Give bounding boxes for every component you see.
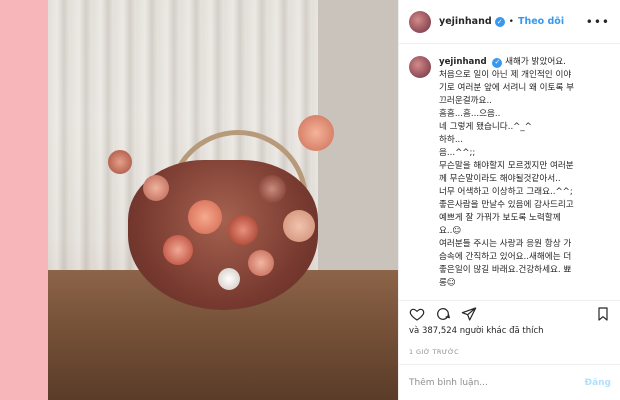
caption-line: 하하...	[439, 135, 464, 145]
flower	[143, 175, 169, 201]
caption-line: 좋은사람을 만날수 있음에 감사드리고	[439, 200, 574, 210]
caption-line: 끄러운걸까요..	[439, 96, 492, 106]
caption-line: 슴속에 간직하고 있어요..새해에는 더	[439, 252, 572, 262]
post-header: yejinhand ✓ • Theo dõi •••	[399, 0, 620, 44]
post-timestamp[interactable]: 1 GIỜ TRƯỚC	[409, 348, 459, 356]
username-link[interactable]: yejinhand	[439, 16, 492, 27]
caption-line: 께 무슨말이라도 해야될것같아서..	[439, 174, 561, 184]
caption-line: 흠흠...흠...으음..	[439, 109, 501, 119]
caption-username[interactable]: yejinhand	[439, 57, 487, 67]
flower	[218, 268, 240, 290]
flower	[283, 210, 315, 242]
verified-icon: ✓	[494, 16, 505, 27]
caption-line: 무슨말을 해야할지 모르겠지만 여러분	[439, 161, 574, 171]
heart-icon[interactable]	[409, 306, 425, 322]
flower	[258, 175, 286, 203]
flower	[188, 200, 222, 234]
verified-icon: ✓	[492, 57, 503, 68]
share-icon[interactable]	[461, 306, 477, 322]
post-panel: yejinhand ✓ • Theo dõi ••• yejinhand ✓ 새…	[398, 0, 620, 400]
caption-first-line: yejinhand ✓ 새해가 밝았어요.	[439, 56, 574, 69]
post-photo[interactable]	[48, 0, 398, 400]
avatar[interactable]	[409, 10, 431, 33]
action-bar	[399, 300, 620, 326]
flower	[228, 215, 258, 245]
caption-line: 너무 어색하고 이상하고 그래요..^^;	[439, 187, 573, 197]
caption-line: 예쁘게 잘 가꿔가 보도록 노력할께	[439, 213, 561, 223]
comment-icon[interactable]	[435, 306, 451, 322]
caption-line: 롱☺	[439, 278, 456, 286]
caption-line: 좋은일이 많길 바래요.건강하세요. 뾰	[439, 265, 572, 275]
caption-area: yejinhand ✓ 새해가 밝았어요. 처음으로 일이 아닌 제 개인적인 …	[409, 56, 613, 286]
flower	[248, 250, 274, 276]
post-comment-button[interactable]: Đăng	[585, 378, 611, 388]
likes-count[interactable]: và 387,524 người khác đã thích	[409, 326, 544, 336]
caption-line: 새해가 밝았어요.	[505, 57, 566, 67]
flower	[108, 150, 132, 174]
caption-line: 음...^^;;	[439, 148, 476, 158]
caption-line: 기로 여러분 앞에 서려니 왜 이토록 부	[439, 83, 574, 93]
caption-text: yejinhand ✓ 새해가 밝았어요. 처음으로 일이 아닌 제 개인적인 …	[439, 56, 574, 286]
caption-line: 여러분들 주시는 사랑과 응원 항상 가	[439, 239, 572, 249]
more-options-icon[interactable]: •••	[586, 15, 610, 29]
flower	[298, 115, 334, 151]
flower	[163, 235, 193, 265]
separator-dot: •	[508, 16, 514, 27]
caption-line: 요..☺	[439, 226, 462, 236]
wall-background	[318, 0, 398, 300]
caption-line: 네 그렇게 됐습니다..^_^	[439, 122, 532, 132]
caption-line: 처음으로 일이 아닌 제 개인적인 이야	[439, 70, 572, 80]
caption-avatar[interactable]	[409, 56, 431, 78]
comment-bar: Đăng	[399, 364, 620, 400]
comment-input[interactable]	[409, 377, 585, 388]
bookmark-icon[interactable]	[595, 306, 611, 322]
follow-button[interactable]: Theo dõi	[518, 16, 564, 27]
